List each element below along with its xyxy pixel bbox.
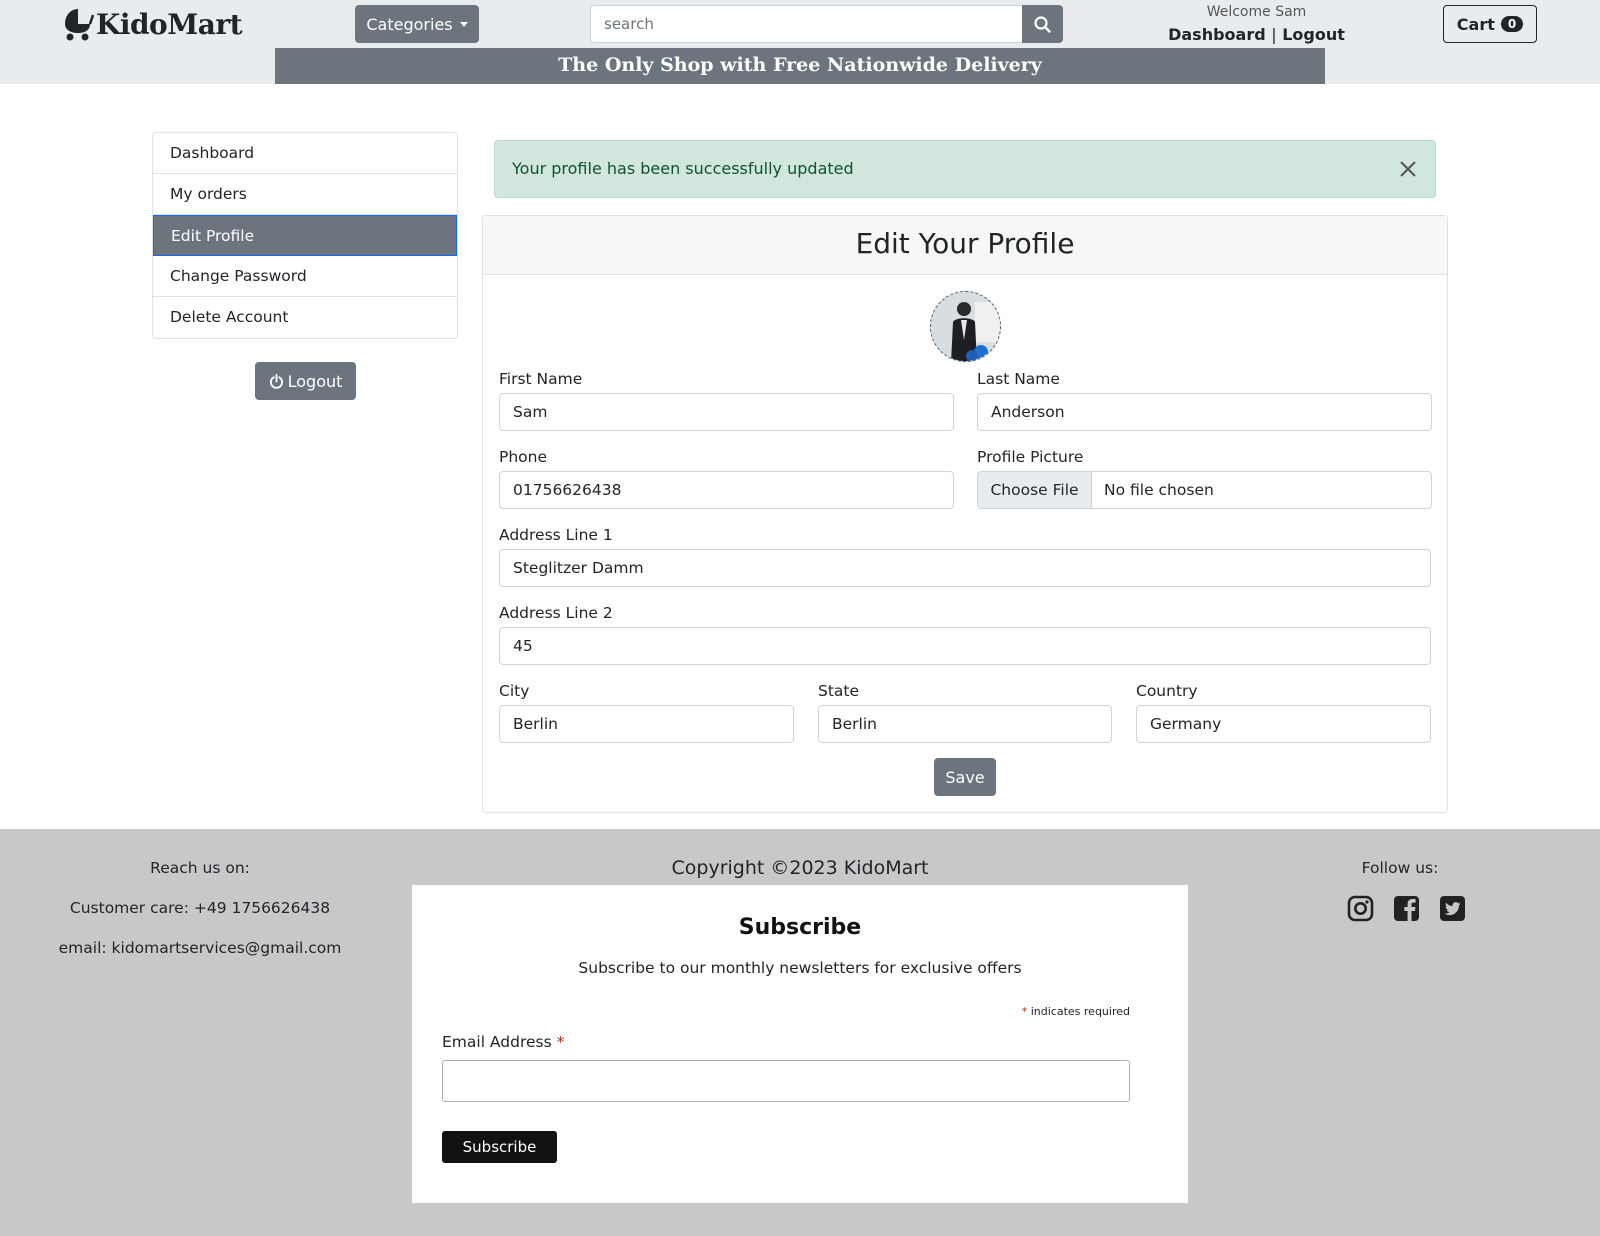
- email-address-label-text: Email Address: [442, 1033, 552, 1051]
- subscribe-title: Subscribe: [738, 915, 862, 940]
- profile-picture-label: Profile Picture: [977, 448, 1084, 466]
- country-field[interactable]: [1136, 705, 1431, 743]
- site-footer: Reach us on: Customer care: +49 17566264…: [0, 829, 1600, 1236]
- stroller-icon: [65, 9, 94, 41]
- alert-message: Your profile has been successfully updat…: [512, 159, 854, 178]
- subscribe-button[interactable]: Subscribe: [442, 1131, 557, 1163]
- close-icon[interactable]: [1399, 160, 1417, 178]
- cart-button[interactable]: Cart 0: [1443, 5, 1537, 43]
- profile-picture-input: Choose File No file chosen: [977, 471, 1432, 509]
- dashboard-link[interactable]: Dashboard: [1168, 25, 1266, 44]
- email-line: email: kidomartservices@gmail.com: [50, 939, 350, 979]
- edit-profile-card: Edit Your Profile First Name Last Name P…: [482, 215, 1448, 813]
- success-alert: Your profile has been successfully updat…: [494, 140, 1436, 198]
- search-button[interactable]: [1022, 5, 1063, 43]
- follow-us-heading: Follow us:: [1361, 859, 1439, 877]
- caret-down-icon: [459, 21, 468, 27]
- subscribe-description: Subscribe to our monthly newsletters for…: [578, 959, 1022, 977]
- country-label: Country: [1136, 682, 1198, 700]
- welcome-text: Welcome Sam: [1206, 4, 1307, 20]
- phone-field[interactable]: [499, 471, 954, 509]
- email-address-input[interactable]: [442, 1060, 1130, 1102]
- required-note-text: indicates required: [1030, 1005, 1130, 1018]
- facebook-icon[interactable]: [1393, 895, 1420, 922]
- file-status: No file chosen: [1104, 481, 1214, 499]
- sidebar-item-delete-account[interactable]: Delete Account: [153, 297, 457, 338]
- city-field[interactable]: [499, 705, 794, 743]
- email-prefix: email:: [58, 939, 107, 957]
- sidebar-item-my-orders[interactable]: My orders: [153, 174, 457, 215]
- copyright-text: Copyright ©2023 KidoMart: [671, 857, 929, 879]
- customer-care-text: Customer care: +49 1756626438: [69, 899, 331, 917]
- page-title: Edit Your Profile: [483, 216, 1447, 275]
- email-required-asterisk: *: [556, 1033, 565, 1051]
- sidebar-logout-button[interactable]: Logout: [255, 362, 356, 400]
- address-line-1-label: Address Line 1: [499, 526, 613, 544]
- search-icon: [1034, 15, 1051, 33]
- subscribe-form: Subscribe Subscribe to our monthly newsl…: [412, 885, 1188, 1203]
- sidebar-item-dashboard[interactable]: Dashboard: [153, 133, 457, 174]
- sidebar-logout-label: Logout: [287, 371, 343, 391]
- logout-link[interactable]: Logout: [1282, 25, 1345, 44]
- address-line-1-field[interactable]: [499, 549, 1431, 587]
- sidebar-item-edit-profile[interactable]: Edit Profile: [153, 215, 457, 256]
- phone-label: Phone: [499, 448, 548, 466]
- link-separator: |: [1271, 25, 1277, 44]
- city-label: City: [499, 682, 530, 700]
- categories-label: Categories: [366, 14, 453, 34]
- first-name-label: First Name: [499, 370, 583, 388]
- address-line-2-label: Address Line 2: [499, 604, 613, 622]
- delivery-banner: The Only Shop with Free Nationwide Deliv…: [275, 48, 1325, 84]
- address-line-2-field[interactable]: [499, 627, 1431, 665]
- search-input[interactable]: [590, 5, 1022, 43]
- email-link[interactable]: kidomartservices@gmail.com: [112, 939, 342, 957]
- last-name-field[interactable]: [977, 393, 1432, 431]
- site-header: KidoMart Categories Welcome Sam Dashboar…: [0, 0, 1600, 84]
- reach-us-heading: Reach us on:: [150, 859, 250, 877]
- instagram-icon[interactable]: [1347, 895, 1374, 922]
- account-sidebar: Dashboard My orders Edit Profile Change …: [152, 132, 458, 339]
- logo-text: KidoMart: [96, 7, 243, 41]
- twitter-icon[interactable]: [1439, 895, 1466, 922]
- choose-file-button[interactable]: Choose File: [978, 472, 1092, 508]
- cart-count-badge: 0: [1500, 16, 1524, 32]
- last-name-label: Last Name: [977, 370, 1060, 388]
- power-icon: [269, 373, 283, 389]
- social-links: [1347, 895, 1466, 922]
- first-name-field[interactable]: [499, 393, 954, 431]
- avatar: [930, 291, 1001, 362]
- required-note: * indicates required: [1022, 1005, 1130, 1018]
- sidebar-item-change-password[interactable]: Change Password: [153, 256, 457, 297]
- contact-info: Reach us on: Customer care: +49 17566264…: [50, 859, 350, 979]
- required-asterisk: *: [1021, 1005, 1028, 1018]
- save-button[interactable]: Save: [934, 758, 996, 796]
- categories-dropdown-button[interactable]: Categories: [355, 5, 479, 43]
- user-links: Dashboard | Logout: [1160, 25, 1353, 44]
- state-label: State: [818, 682, 860, 700]
- search-bar: [590, 5, 1063, 43]
- email-address-label: Email Address *: [442, 1033, 564, 1051]
- logo[interactable]: KidoMart: [62, 6, 243, 42]
- cart-label: Cart: [1456, 14, 1495, 34]
- state-field[interactable]: [818, 705, 1112, 743]
